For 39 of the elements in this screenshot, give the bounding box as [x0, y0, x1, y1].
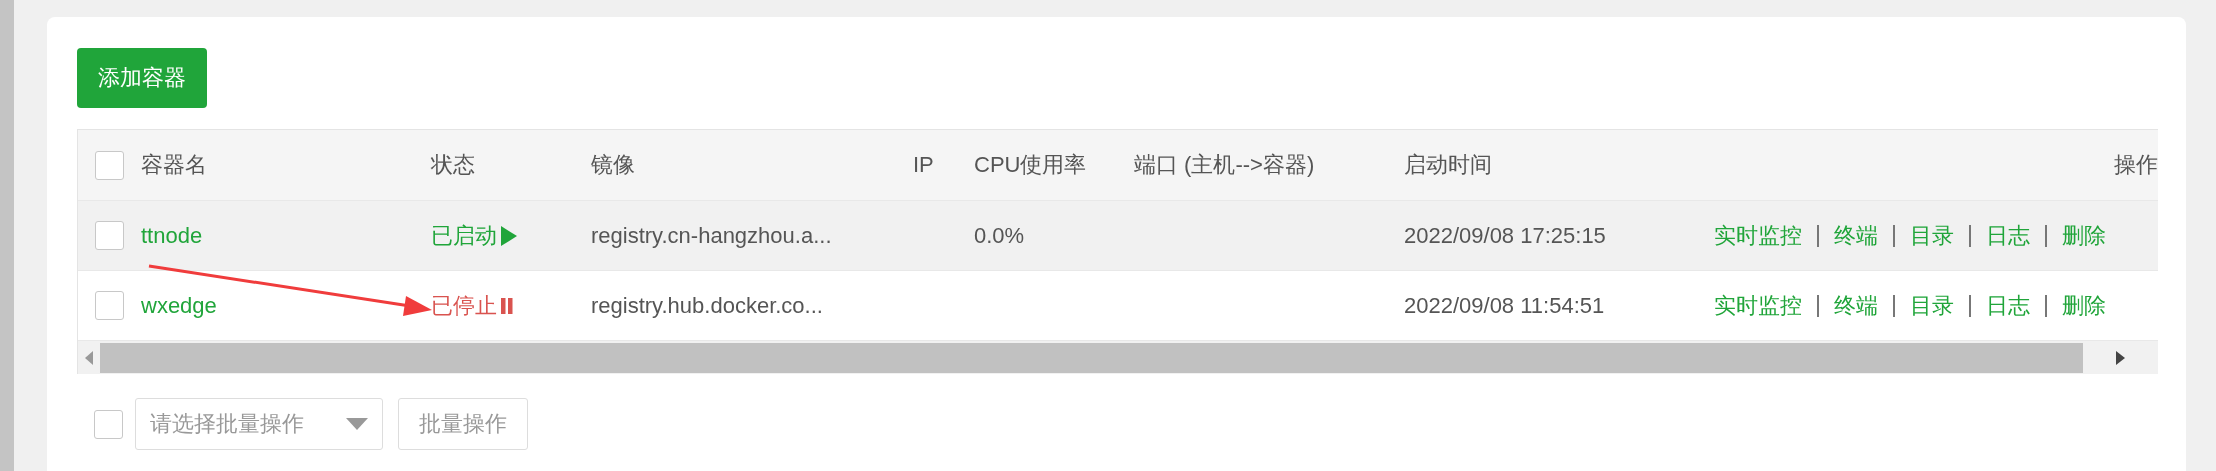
action-link[interactable]: 终端 — [1834, 290, 1878, 321]
add-container-button[interactable]: 添加容器 — [77, 48, 207, 108]
action-link[interactable]: 删除 — [2062, 290, 2106, 321]
scroll-left-icon[interactable] — [84, 350, 94, 365]
status-text: 已启动 — [431, 221, 497, 250]
table-cell: registry.cn-hangzhou.a... — [591, 222, 832, 249]
table-cell: 2022/09/08 11:54:51 — [1404, 292, 1605, 319]
action-link[interactable]: 目录 — [1910, 220, 1954, 251]
container-name-link[interactable]: wxedge — [141, 292, 217, 319]
row-checkbox[interactable] — [95, 221, 124, 250]
row-checkbox[interactable] — [95, 291, 124, 320]
caret-icon — [346, 418, 368, 430]
column-header: 操作 — [2114, 151, 2158, 179]
play-icon — [500, 224, 518, 247]
action-link[interactable]: 日志 — [1986, 220, 2030, 251]
action-link[interactable]: 删除 — [2062, 220, 2106, 251]
action-link[interactable]: 实时监控 — [1714, 220, 1802, 251]
pause-icon — [500, 296, 514, 315]
column-header: 镜像 — [591, 151, 635, 179]
table-cell: 2022/09/08 17:25:15 — [1404, 222, 1606, 249]
action-link[interactable]: 目录 — [1910, 290, 1954, 321]
column-header: 状态 — [431, 151, 475, 179]
column-header: 端口 (主机-->容器) — [1134, 151, 1315, 179]
select-all-checkbox[interactable] — [95, 150, 124, 180]
column-header: IP — [913, 152, 934, 178]
action-link[interactable]: 终端 — [1834, 220, 1878, 251]
table-cell: registry.hub.docker.co... — [591, 292, 823, 319]
column-header: 启动时间 — [1404, 151, 1492, 179]
action-link[interactable]: 日志 — [1986, 290, 2030, 321]
table-cell: 0.0% — [974, 222, 1025, 249]
scroll-right-icon[interactable] — [2116, 350, 2125, 365]
batch-action-select[interactable]: 请选择批量操作 — [135, 398, 383, 450]
column-header: CPU使用率 — [974, 151, 1087, 179]
batch-checkbox[interactable] — [94, 409, 123, 439]
action-link[interactable]: 实时监控 — [1714, 290, 1802, 321]
column-header: 容器名 — [141, 151, 207, 179]
horizontal-scrollbar[interactable] — [78, 341, 2158, 374]
status-text: 已停止 — [431, 291, 497, 320]
container-name-link[interactable]: ttnode — [141, 222, 203, 249]
